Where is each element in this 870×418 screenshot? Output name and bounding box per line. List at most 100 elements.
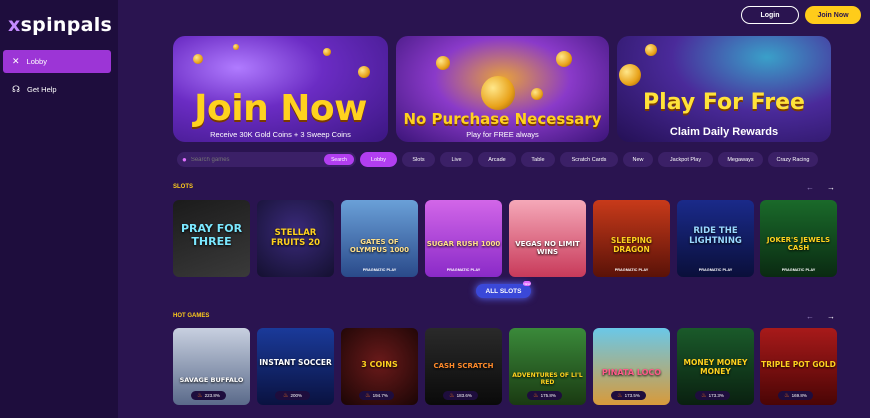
tab-new[interactable]: New [623, 152, 653, 167]
fire-icon: ♨ [533, 393, 539, 399]
game-title: GATES OF OLYMPUS 1000 [349, 238, 410, 254]
tab-megaways[interactable]: Megaways [718, 152, 763, 167]
fire-icon: ♨ [784, 393, 790, 399]
game-title: PRAY FOR THREE [180, 222, 243, 248]
banner-join-now[interactable]: Join Now Receive 30K Gold Coins + 3 Swee… [173, 36, 388, 142]
hot-percentage-badge: ♨ 223.8% [191, 391, 226, 400]
logo[interactable]: xspinpals [8, 14, 112, 36]
fire-icon: ♨ [701, 393, 707, 399]
game-tile[interactable]: CASH SCRATCH ♨ 183.6% [425, 328, 502, 405]
tab-live[interactable]: Live [440, 152, 473, 167]
game-title: RIDE THE LIGHTNING [689, 226, 742, 246]
sidebar-item-lobby[interactable]: ✕ Lobby [3, 50, 111, 73]
game-tile[interactable]: INSTANT SOCCER ♨ 200% [257, 328, 334, 405]
arrow-left-icon[interactable]: ← [806, 183, 814, 192]
game-title: SUGAR RUSH 1000 [426, 240, 501, 248]
hot-percentage-badge: ♨ 169.8% [778, 391, 813, 400]
tab-scratch-cards[interactable]: Scratch Cards [560, 152, 618, 167]
game-provider: PRAGMATIC PLAY [446, 268, 481, 272]
sidebar-item-get-help[interactable]: ☊ Get Help [3, 78, 111, 101]
tab-slots[interactable]: Slots [402, 152, 435, 167]
game-tile[interactable]: GATES OF OLYMPUS 1000 PRAGMATIC PLAY [341, 200, 418, 277]
login-button[interactable]: Login [741, 6, 799, 24]
fire-icon: ♨ [283, 393, 289, 399]
game-tile[interactable]: JOKER'S JEWELS CASH PRAGMATIC PLAY [760, 200, 837, 277]
banner-play-for-free[interactable]: Play For Free Claim Daily Rewards [617, 36, 831, 142]
join-now-button[interactable]: Join Now [805, 6, 861, 24]
search-input[interactable] [190, 156, 317, 163]
arrow-right-icon[interactable]: → [827, 312, 835, 321]
game-tile[interactable]: ADVENTURES OF LI'L RED ♨ 175.8% [509, 328, 586, 405]
hot-percentage-badge: ♨ 194.7% [359, 391, 394, 400]
tab-crazy-racing[interactable]: Crazy Racing [768, 152, 818, 167]
sidebar-item-label: Get Help [27, 85, 57, 94]
hot-percentage-badge: ♨ 175.8% [527, 391, 562, 400]
tab-lobby[interactable]: Lobby [360, 152, 397, 167]
game-title: CASH SCRATCH [433, 362, 494, 370]
game-tile[interactable]: SUGAR RUSH 1000 PRAGMATIC PLAY [425, 200, 502, 277]
game-title: SLEEPING DRAGON [610, 236, 653, 254]
sidebar: xspinpals ✕ Lobby ☊ Get Help [0, 0, 118, 418]
game-tile[interactable]: VEGAS NO LIMIT WINS [509, 200, 586, 277]
new-badge: NEW [523, 281, 531, 286]
banner-subtext: Claim Daily Rewards [669, 126, 779, 138]
sidebar-item-label: Lobby [26, 57, 47, 66]
game-tile[interactable]: STELLAR FRUITS 20 [257, 200, 334, 277]
section-title-slots: SLOTS [173, 184, 194, 190]
game-tile[interactable]: 3 COINS ♨ 194.7% [341, 328, 418, 405]
arrow-right-icon[interactable]: → [827, 183, 835, 192]
slots-carousel-arrows: ← → [806, 183, 835, 192]
fire-icon: ♨ [617, 393, 623, 399]
game-title: VEGAS NO LIMIT WINS [515, 240, 580, 256]
coin-decoration [436, 56, 450, 70]
game-title: JOKER'S JEWELS CASH [766, 236, 831, 252]
game-provider: PRAGMATIC PLAY [614, 268, 649, 272]
arrow-left-icon[interactable]: ← [806, 312, 814, 321]
tab-arcade[interactable]: Arcade [478, 152, 516, 167]
game-provider: PRAGMATIC PLAY [362, 268, 397, 272]
all-slots-button[interactable]: ALL SLOTS [476, 284, 531, 298]
hot-percentage: 183.6% [456, 393, 472, 398]
section-title-hot-games: HOT GAMES [173, 313, 210, 319]
tab-table[interactable]: Table [521, 152, 555, 167]
search-icon: ● [182, 155, 187, 164]
tab-jackpot-play[interactable]: Jackpot Play [658, 152, 713, 167]
fire-icon: ♨ [197, 393, 203, 399]
game-tile[interactable]: TRIPLE POT GOLD ♨ 169.8% [760, 328, 837, 405]
game-title: INSTANT SOCCER [259, 358, 332, 367]
hot-percentage-badge: ♨ 173.5% [611, 391, 646, 400]
coin-decoration [358, 66, 370, 78]
game-title: MONEY MONEY MONEY [683, 358, 748, 376]
hot-percentage-badge: ♨ 173.3% [695, 391, 730, 400]
coin-decoration [323, 48, 331, 56]
game-tile[interactable]: PINATA LOCO ♨ 173.5% [593, 328, 670, 405]
game-title: PINATA LOCO [601, 368, 662, 377]
coin-decoration [193, 54, 203, 64]
banner-headline: Play For Free [643, 90, 805, 115]
game-title: TRIPLE POT GOLD [761, 360, 836, 369]
game-tile[interactable]: SLEEPING DRAGON PRAGMATIC PLAY [593, 200, 670, 277]
hot-percentage-badge: ♨ 183.6% [443, 391, 478, 400]
hot-percentage-badge: ♨ 200% [275, 391, 310, 400]
hot-percentage: 173.5% [624, 393, 640, 398]
game-tile[interactable]: RIDE THE LIGHTNING PRAGMATIC PLAY [677, 200, 754, 277]
coin-decoration [619, 64, 641, 86]
hot-percentage: 175.8% [540, 393, 556, 398]
game-tile[interactable]: PRAY FOR THREE [173, 200, 250, 277]
headset-icon: ☊ [12, 84, 20, 94]
hot-percentage: 194.7% [372, 393, 388, 398]
hot-percentage: 169.8% [791, 393, 807, 398]
coin-decoration [556, 51, 572, 67]
search-button[interactable]: Search [324, 154, 354, 165]
game-tile[interactable]: SAVAGE BUFFALO ♨ 223.8% [173, 328, 250, 405]
game-tile[interactable]: MONEY MONEY MONEY ♨ 173.3% [677, 328, 754, 405]
game-title: 3 COINS [361, 360, 398, 369]
hot-percentage: 173.3% [708, 393, 724, 398]
coin-decoration [233, 44, 239, 50]
coin-decoration [531, 88, 543, 100]
banner-no-purchase[interactable]: No Purchase Necessary Play for FREE alwa… [396, 36, 609, 142]
coin-decoration [645, 44, 657, 56]
coin-decoration [481, 76, 515, 110]
logo-mark: x [8, 14, 21, 36]
logo-text: spinpals [20, 14, 113, 36]
